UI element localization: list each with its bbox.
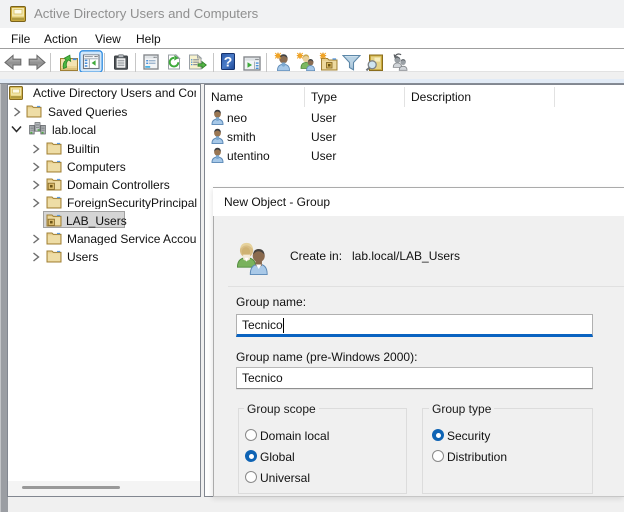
svg-text:?: ? bbox=[224, 54, 233, 70]
